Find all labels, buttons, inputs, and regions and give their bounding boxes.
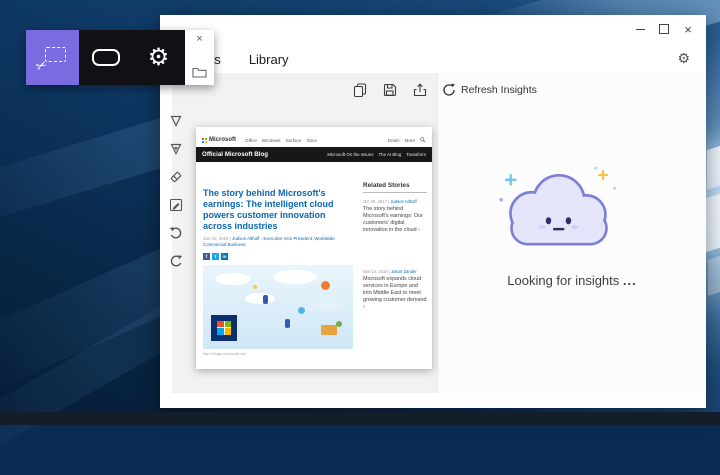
twitter-icon: t	[212, 253, 219, 260]
capture-mode-icon	[92, 49, 120, 66]
blog-link: Transform	[406, 152, 426, 157]
snip-region-icon: ✂	[39, 47, 66, 68]
redo-icon	[169, 254, 183, 268]
window-logo-pane	[708, 256, 720, 296]
marker-nib-icon	[169, 142, 183, 156]
open-folder-button[interactable]	[192, 66, 207, 81]
snip-site-nav: Microsoft Office Windows Surface Xbox De…	[196, 133, 432, 147]
window-logo-pane	[707, 146, 720, 190]
minimize-button[interactable]	[628, 20, 652, 38]
capture-mode-button[interactable]	[79, 30, 132, 85]
article-byline: Jan 31, 2018 | Judson Althoff - Executiv…	[203, 236, 355, 249]
article-illustration	[203, 265, 353, 349]
gear-icon: ⚙	[148, 46, 170, 70]
microsoft-logo-tile	[211, 315, 237, 341]
related-story: Oct 26, 2017 | Judson Althoff The story …	[363, 199, 427, 235]
nav-item: Deals	[388, 138, 400, 143]
tray-settings-button[interactable]: ⚙	[132, 30, 185, 85]
app-settings-button[interactable]: ⚙	[677, 51, 690, 65]
minimize-icon	[636, 29, 645, 30]
nav-item: Xbox	[306, 138, 316, 143]
article-url: http://blogs.microsoft.com	[203, 352, 355, 356]
tab-library[interactable]: Library	[249, 53, 289, 66]
save-button[interactable]	[382, 82, 398, 98]
blog-link: The AI Blog	[378, 152, 401, 157]
annotation-tool-rail	[167, 113, 185, 268]
blog-link: Microsoft On the Issues	[327, 152, 373, 157]
microsoft-logo-icon	[202, 138, 207, 143]
social-icons: f t in	[203, 253, 355, 260]
undo-icon	[169, 226, 183, 240]
pen-nib-icon	[169, 114, 183, 128]
blog-title: Official Microsoft Blog	[202, 151, 327, 158]
window-logo-pane	[706, 194, 720, 253]
nav-item: More	[405, 138, 415, 143]
edit-pen-icon	[169, 198, 183, 212]
taskbar[interactable]	[0, 412, 720, 425]
eraser-tool-button[interactable]	[167, 169, 185, 184]
marker-tool-button[interactable]	[167, 141, 185, 156]
save-icon	[383, 83, 397, 97]
share-icon	[413, 83, 427, 97]
eraser-icon	[169, 170, 183, 184]
refresh-icon	[442, 83, 456, 97]
share-button[interactable]	[412, 82, 428, 98]
linkedin-icon: in	[221, 253, 228, 260]
nav-item: Office	[245, 138, 257, 143]
related-stories: Related Stories Oct 26, 2017 | Judson Al…	[355, 162, 427, 356]
snip-article: The story behind Microsoft's earnings: T…	[203, 162, 355, 356]
tray-side-panel: ×	[185, 30, 214, 85]
redo-button[interactable]	[167, 253, 185, 268]
snip-insights-window: × Insights Library ⚙	[160, 15, 706, 408]
copy-button[interactable]	[352, 82, 368, 98]
tray-close-button[interactable]: ×	[196, 34, 202, 45]
content-area: Looking for insights ...	[160, 73, 706, 393]
facebook-icon: f	[203, 253, 210, 260]
refresh-insights-button[interactable]: Refresh Insights	[442, 83, 537, 97]
undo-button[interactable]	[167, 225, 185, 240]
captured-snip-image[interactable]: Microsoft Office Windows Surface Xbox De…	[196, 127, 432, 369]
microsoft-brand: Microsoft	[202, 137, 236, 143]
close-window-button[interactable]: ×	[676, 20, 700, 38]
refresh-label: Refresh Insights	[461, 84, 537, 96]
folder-icon	[192, 66, 207, 78]
search-icon	[420, 137, 426, 143]
maximize-button[interactable]	[652, 20, 676, 38]
copy-icon	[353, 83, 367, 97]
cloud-illustration	[496, 165, 622, 265]
nav-item: Windows	[262, 138, 281, 143]
related-stories-header: Related Stories	[363, 182, 427, 193]
insights-status-text: Looking for insights ...	[438, 273, 706, 288]
gear-icon: ⚙	[677, 50, 690, 66]
new-snip-button[interactable]: ✂	[26, 30, 79, 85]
pen-tool-button[interactable]	[167, 113, 185, 128]
snip-blog-bar: Official Microsoft Blog Microsoft On the…	[196, 147, 432, 162]
snip-actions-toolbar: Refresh Insights	[352, 82, 537, 98]
maximize-icon	[659, 24, 669, 34]
window-controls: ×	[628, 20, 700, 38]
annotate-tool-button[interactable]	[167, 197, 185, 212]
article-headline: The story behind Microsoft's earnings: T…	[203, 188, 355, 232]
nav-item: Surface	[286, 138, 302, 143]
insights-pane: Looking for insights ...	[437, 73, 706, 393]
capture-toolbar: ✂ ⚙ ×	[26, 30, 214, 85]
related-story: Mar 14, 2018 | Jason Zander Microsoft ex…	[363, 269, 427, 312]
